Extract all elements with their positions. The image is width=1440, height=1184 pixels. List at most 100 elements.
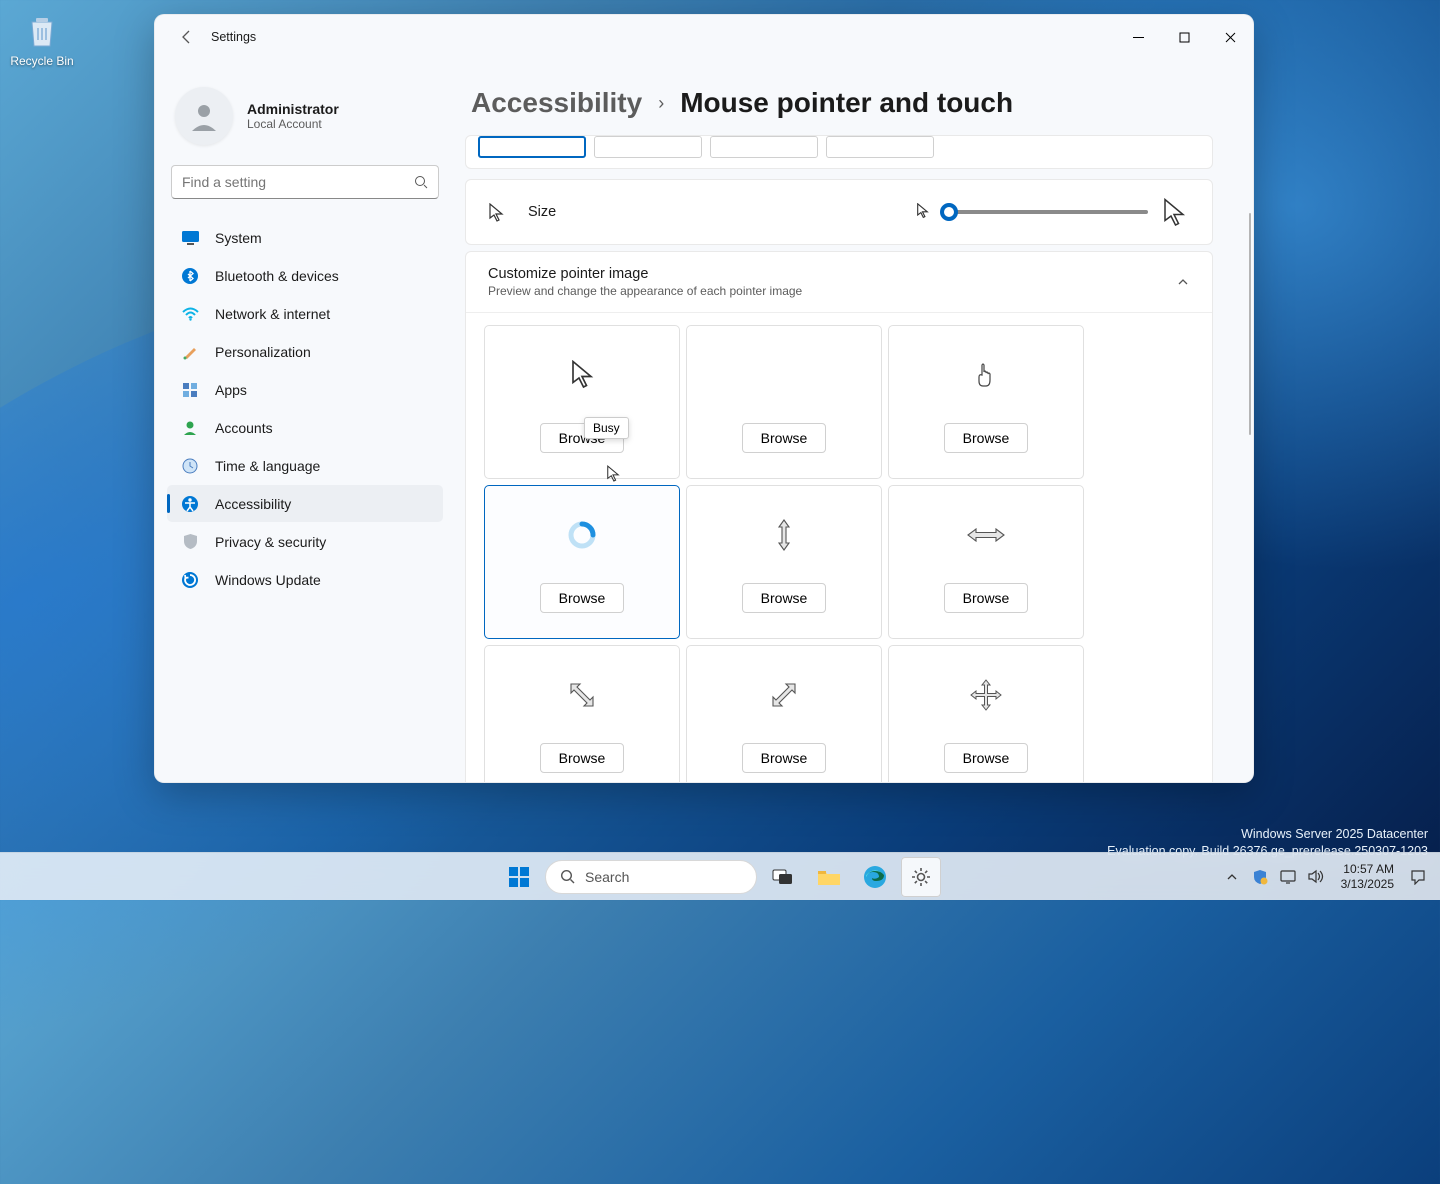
chevron-right-icon: › (658, 93, 664, 114)
settings-taskbar-button[interactable] (901, 857, 941, 897)
profile-subtitle: Local Account (247, 117, 339, 131)
mouse-cursor-icon (606, 465, 620, 483)
avatar (175, 87, 233, 145)
breadcrumb-current: Mouse pointer and touch (680, 87, 1013, 119)
shield-icon (181, 533, 199, 551)
taskbar: Search 10:57 AM 3/13/2025 (0, 852, 1440, 900)
nav-label: Personalization (215, 344, 311, 360)
pointer-style-option[interactable] (594, 136, 702, 158)
person-icon (181, 419, 199, 437)
back-button[interactable] (167, 17, 207, 57)
nav-item-accessibility[interactable]: Accessibility (167, 485, 443, 522)
size-slider[interactable] (948, 210, 1148, 214)
customize-title: Customize pointer image (488, 266, 802, 282)
window-titlebar: Settings (155, 15, 1253, 59)
apps-icon (181, 381, 199, 399)
pointer-tile-resize-nwse[interactable]: Browse (484, 645, 680, 782)
tray-notifications-icon[interactable] (1406, 865, 1430, 889)
desktop-icon-recycle-bin[interactable]: Recycle Bin (6, 8, 78, 68)
browse-button[interactable]: Browse (742, 583, 827, 613)
task-view-button[interactable] (763, 857, 803, 897)
nav-item-privacy[interactable]: Privacy & security (167, 523, 443, 560)
nav-label: Accessibility (215, 496, 291, 512)
pointer-tile-move[interactable]: Browse (888, 645, 1084, 782)
browse-button[interactable]: Browse (540, 583, 625, 613)
pointer-style-option[interactable] (478, 136, 586, 158)
tray-security-icon[interactable] (1248, 865, 1272, 889)
scrollbar[interactable] (1249, 213, 1251, 435)
nav-item-windows-update[interactable]: Windows Update (167, 561, 443, 598)
taskbar-date: 3/13/2025 (1341, 877, 1394, 891)
system-icon (181, 229, 199, 247)
cursor-move-icon (969, 671, 1003, 719)
tray-display-icon[interactable] (1276, 866, 1300, 888)
pointer-tile-link[interactable]: Browse (888, 325, 1084, 479)
size-label: Size (528, 204, 556, 220)
clock-icon (181, 457, 199, 475)
sidebar: Administrator Local Account System Bluet… (155, 59, 455, 782)
profile-block[interactable]: Administrator Local Account (167, 59, 443, 165)
pointer-tile-normal[interactable]: Browse (484, 325, 680, 479)
nav-item-network[interactable]: Network & internet (167, 295, 443, 332)
window-title: Settings (211, 30, 256, 44)
edge-button[interactable] (855, 857, 895, 897)
accessibility-icon (181, 495, 199, 513)
cursor-hand-icon (973, 351, 999, 399)
browse-button[interactable]: Browse (944, 423, 1029, 453)
pointer-style-option[interactable] (826, 136, 934, 158)
nav-item-accounts[interactable]: Accounts (167, 409, 443, 446)
pointer-tile-resize-ns[interactable]: Browse (686, 485, 882, 639)
nav-list: System Bluetooth & devices Network & int… (167, 219, 443, 598)
file-explorer-button[interactable] (809, 857, 849, 897)
pointer-tile-help[interactable]: Browse (686, 325, 882, 479)
cursor-busy-icon (566, 511, 598, 559)
pointer-tile-busy[interactable]: Browse (484, 485, 680, 639)
pointer-tile-resize-nesw[interactable]: Browse (686, 645, 882, 782)
breadcrumb-parent[interactable]: Accessibility (471, 87, 642, 119)
browse-button[interactable]: Browse (944, 743, 1029, 773)
recycle-bin-icon (20, 8, 64, 52)
close-button[interactable] (1207, 21, 1253, 53)
cursor-resize-nesw-icon (769, 671, 799, 719)
nav-item-time-language[interactable]: Time & language (167, 447, 443, 484)
nav-label: Network & internet (215, 306, 330, 322)
search-placeholder: Search (585, 869, 629, 885)
nav-label: Apps (215, 382, 247, 398)
nav-label: System (215, 230, 262, 246)
main-content: Accessibility › Mouse pointer and touch (455, 59, 1253, 782)
search-box[interactable] (171, 165, 439, 199)
tray-chevron-icon[interactable] (1220, 865, 1244, 889)
tray-volume-icon[interactable] (1304, 865, 1329, 888)
tooltip-busy: Busy (584, 417, 629, 439)
maximize-button[interactable] (1161, 21, 1207, 53)
customize-subtitle: Preview and change the appearance of eac… (488, 284, 802, 298)
nav-item-system[interactable]: System (167, 219, 443, 256)
wifi-icon (181, 305, 199, 323)
expand-header[interactable]: Customize pointer image Preview and chan… (466, 252, 1212, 312)
browse-button[interactable]: Browse (742, 423, 827, 453)
taskbar-search[interactable]: Search (545, 860, 757, 894)
nav-item-personalization[interactable]: Personalization (167, 333, 443, 370)
nav-item-apps[interactable]: Apps (167, 371, 443, 408)
customize-pointer-card: Customize pointer image Preview and chan… (465, 251, 1213, 782)
taskbar-time: 10:57 AM (1341, 862, 1394, 876)
browse-button[interactable]: Browse (540, 743, 625, 773)
paint-icon (181, 343, 199, 361)
start-button[interactable] (499, 857, 539, 897)
slider-thumb[interactable] (940, 203, 958, 221)
nav-item-bluetooth[interactable]: Bluetooth & devices (167, 257, 443, 294)
browse-button[interactable]: Browse (742, 743, 827, 773)
taskbar-clock[interactable]: 10:57 AM 3/13/2025 (1333, 862, 1402, 891)
nav-label: Windows Update (215, 572, 321, 588)
nav-label: Privacy & security (215, 534, 326, 550)
cursor-large-icon (1162, 198, 1190, 226)
nav-label: Time & language (215, 458, 320, 474)
browse-button[interactable]: Browse (944, 583, 1029, 613)
nav-label: Accounts (215, 420, 273, 436)
search-input[interactable] (182, 174, 414, 190)
settings-window: Settings Administrator Local Account (154, 14, 1254, 783)
minimize-button[interactable] (1115, 21, 1161, 53)
pointer-tile-resize-ew[interactable]: Browse (888, 485, 1084, 639)
cursor-icon (488, 203, 506, 221)
pointer-style-option[interactable] (710, 136, 818, 158)
